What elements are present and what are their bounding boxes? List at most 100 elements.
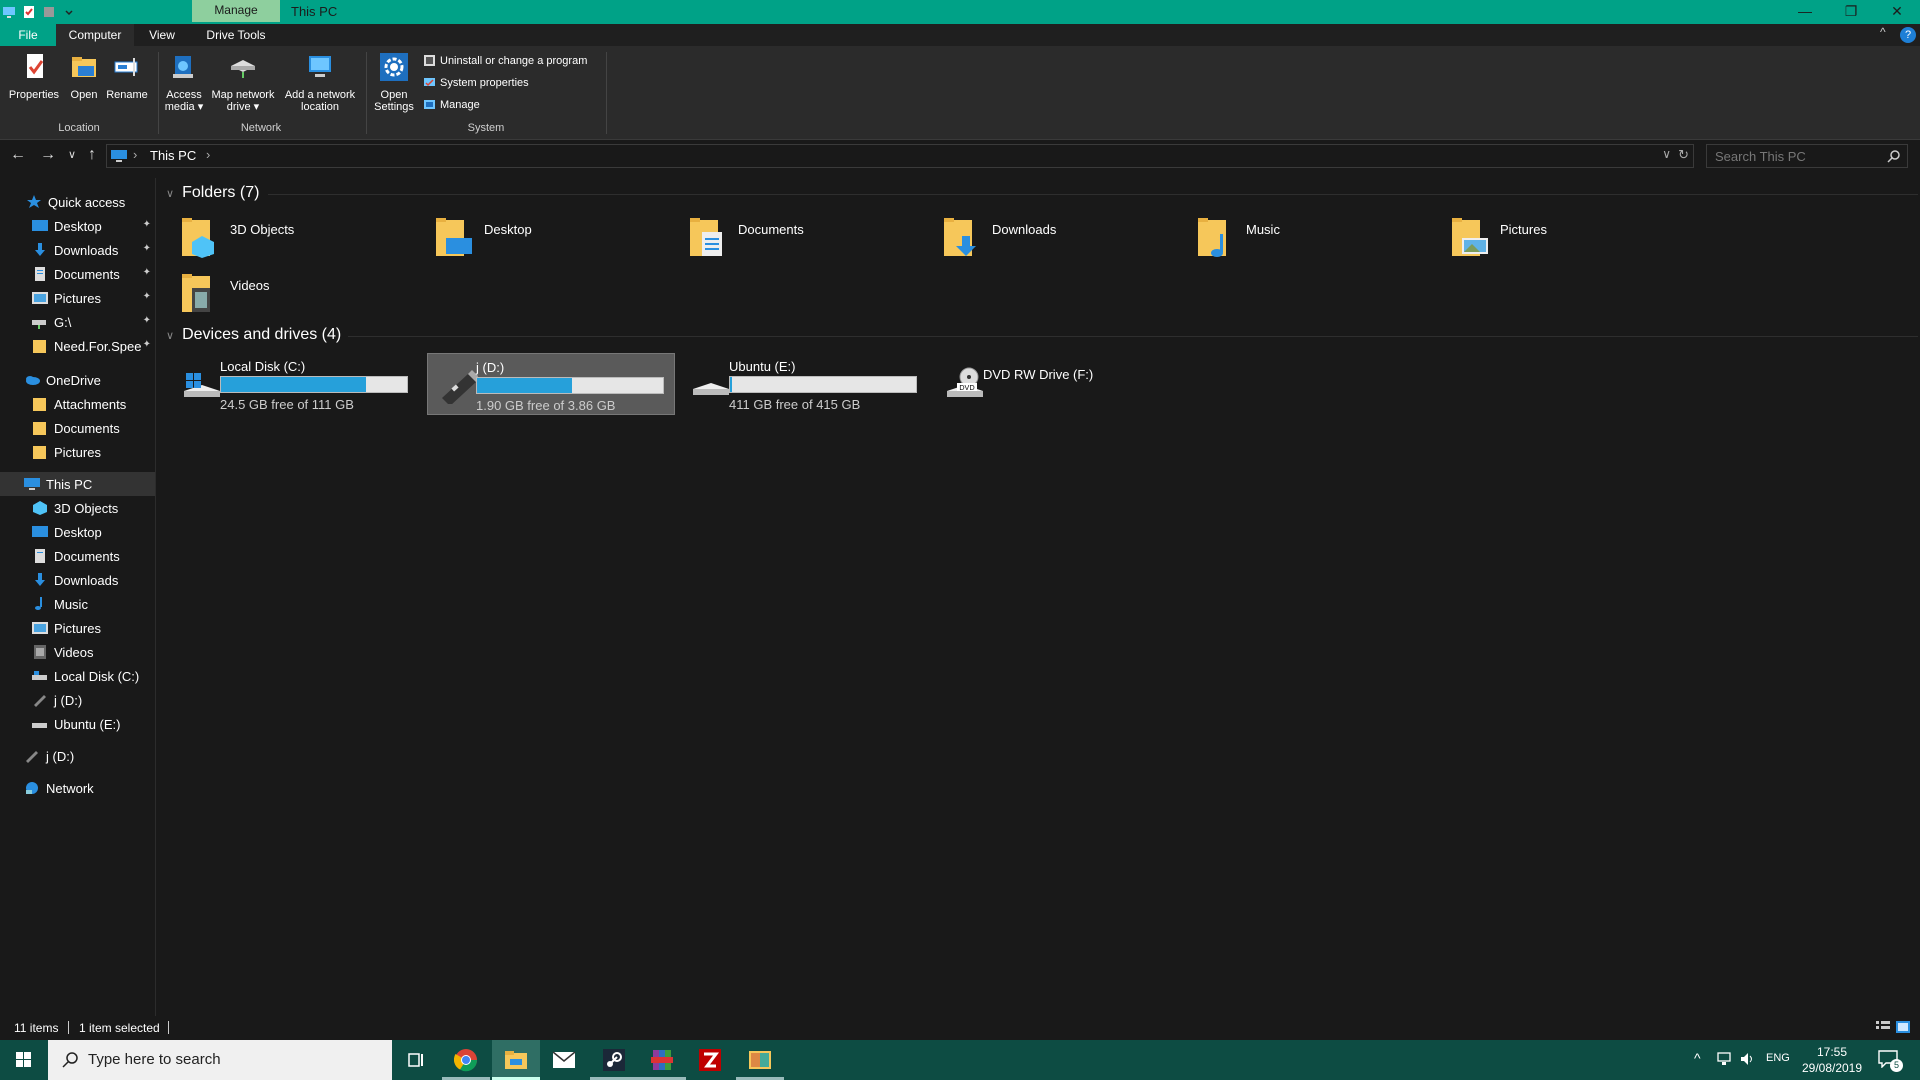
this-pc-icon[interactable] <box>2 5 16 19</box>
network-status-icon[interactable] <box>1716 1052 1732 1066</box>
folder-3d-objects[interactable]: 3D Objects <box>158 210 408 264</box>
recent-locations-button[interactable]: ∨ <box>62 145 82 165</box>
folder-desktop[interactable]: Desktop <box>412 210 662 264</box>
collapse-chevron-icon: ∨ <box>166 187 175 200</box>
sidebar-item-downloads[interactable]: Downloads ✦ <box>0 238 155 262</box>
taskbar-search[interactable]: Type here to search <box>48 1040 392 1080</box>
add-network-location-button[interactable]: Add a network location <box>280 52 360 113</box>
windows-start-icon[interactable] <box>0 1040 48 1080</box>
sidebar-item-od-pictures[interactable]: Pictures <box>0 440 155 464</box>
sidebar-item-network[interactable]: Network <box>0 776 155 800</box>
collapse-ribbon-icon[interactable]: ^ <box>1880 25 1886 39</box>
restore-button[interactable]: ❐ <box>1828 0 1874 24</box>
sidebar-item-3d-objects[interactable]: 3D Objects <box>0 496 155 520</box>
sidebar-item-label: j (D:) <box>54 692 83 708</box>
taskbar-app-chrome[interactable] <box>442 1040 490 1080</box>
sidebar-item-videos[interactable]: Videos <box>0 640 155 664</box>
up-button[interactable]: ↑ <box>82 145 102 165</box>
sidebar-item-removable-j[interactable]: j (D:) <box>0 744 155 768</box>
folder-documents[interactable]: Documents <box>666 210 916 264</box>
folders-section-header[interactable]: ∨ Folders (7) <box>166 184 259 202</box>
drive-ubuntu-e[interactable]: Ubuntu (E:) 411 GB free of 415 GB <box>681 353 929 415</box>
tab-file[interactable]: File <box>0 24 56 46</box>
task-view-button[interactable] <box>392 1040 440 1080</box>
search-input[interactable]: Search This PC <box>1715 149 1806 164</box>
details-view-icon[interactable] <box>1876 1021 1890 1033</box>
show-hidden-icons-button[interactable]: ^ <box>1694 1050 1701 1066</box>
sidebar-item-attachments[interactable]: Attachments <box>0 392 155 416</box>
sidebar-item-documents[interactable]: Documents ✦ <box>0 262 155 286</box>
drive-j-d[interactable]: j (D:) 1.90 GB free of 3.86 GB <box>427 353 675 415</box>
breadcrumb-separator[interactable]: › <box>206 147 210 162</box>
address-bar[interactable]: › This PC › ∨ ↻ <box>106 144 1694 168</box>
taskbar-app-steam[interactable] <box>590 1040 638 1080</box>
sidebar-item-music[interactable]: Music <box>0 592 155 616</box>
volume-icon[interactable] <box>1740 1052 1756 1066</box>
action-center-button[interactable]: 5 <box>1878 1050 1903 1072</box>
customize-qat-icon[interactable] <box>62 5 76 19</box>
refresh-icon[interactable]: ↻ <box>1678 147 1689 163</box>
drive-dvd-rw-f[interactable]: DVD DVD RW Drive (F:) <box>935 353 1183 415</box>
access-media-button[interactable]: Access media ▾ <box>162 52 206 113</box>
close-button[interactable]: ✕ <box>1874 0 1920 24</box>
uninstall-program-button[interactable]: Uninstall or change a program <box>423 54 587 67</box>
sidebar-item-ubuntu-e[interactable]: Ubuntu (E:) <box>0 712 155 736</box>
drive-name: DVD RW Drive (F:) <box>983 367 1094 382</box>
map-network-drive-button[interactable]: Map network drive ▾ <box>208 52 278 113</box>
sidebar-item-this-pc[interactable]: This PC <box>0 472 155 496</box>
large-icons-view-icon[interactable] <box>1896 1021 1910 1033</box>
forward-button[interactable]: → <box>38 145 58 165</box>
sidebar-item-pc-documents[interactable]: Documents <box>0 544 155 568</box>
sidebar-item-label: Documents <box>54 548 120 564</box>
breadcrumb-this-pc[interactable]: This PC <box>150 148 196 163</box>
drive-local-disk-c[interactable]: Local Disk (C:) 24.5 GB free of 111 GB <box>172 353 420 415</box>
manage-label: Manage <box>440 98 480 111</box>
address-dropdown-icon[interactable]: ∨ <box>1662 147 1671 161</box>
rename-button[interactable]: Rename <box>104 52 150 101</box>
taskbar-app-filezilla[interactable] <box>686 1040 734 1080</box>
sidebar-item-od-documents[interactable]: Documents <box>0 416 155 440</box>
manage-button[interactable]: Manage <box>423 98 480 111</box>
pin-icon: ✦ <box>142 315 151 326</box>
tab-computer[interactable]: Computer <box>56 24 134 46</box>
input-language[interactable]: ENG <box>1766 1052 1790 1064</box>
taskbar-app-winrar[interactable] <box>638 1040 686 1080</box>
clock[interactable]: 17:55 29/08/2019 <box>1793 1044 1871 1076</box>
search-icon[interactable] <box>1887 149 1901 163</box>
properties-button[interactable]: Properties <box>4 52 64 101</box>
tab-drive-tools[interactable]: Drive Tools <box>192 24 280 46</box>
sidebar-item-pictures[interactable]: Pictures ✦ <box>0 286 155 310</box>
devices-section-header[interactable]: ∨ Devices and drives (4) <box>166 326 341 344</box>
folder-music[interactable]: Music <box>1174 210 1424 264</box>
taskbar-search-input[interactable]: Type here to search <box>88 1051 221 1068</box>
section-divider <box>268 194 1918 195</box>
search-box[interactable]: Search This PC <box>1706 144 1908 168</box>
sidebar-item-desktop[interactable]: Desktop ✦ <box>0 214 155 238</box>
open-settings-button[interactable]: Open Settings <box>370 52 418 113</box>
tab-view[interactable]: View <box>137 24 187 46</box>
open-button[interactable]: Open <box>66 52 102 101</box>
new-folder-icon[interactable] <box>42 5 56 19</box>
sidebar-item-pc-desktop[interactable]: Desktop <box>0 520 155 544</box>
sidebar-item-local-disk-c[interactable]: Local Disk (C:) <box>0 664 155 688</box>
sidebar-item-quick-access[interactable]: Quick access <box>0 190 155 214</box>
folder-videos[interactable]: Videos <box>158 266 408 320</box>
back-button[interactable]: ← <box>8 145 28 165</box>
taskbar-app-file-explorer[interactable] <box>492 1040 540 1080</box>
sidebar-item-need-for-speed[interactable]: Need.For.Spee ✦ <box>0 334 155 358</box>
folder-pictures[interactable]: Pictures <box>1428 210 1678 264</box>
properties-check-icon[interactable] <box>22 5 36 19</box>
breadcrumb-separator[interactable]: › <box>133 147 137 162</box>
help-icon[interactable]: ? <box>1900 27 1916 43</box>
manage-context-tab[interactable]: Manage <box>192 0 280 22</box>
taskbar-app-mail[interactable] <box>540 1040 588 1080</box>
minimize-button[interactable]: — <box>1782 0 1828 24</box>
sidebar-item-onedrive[interactable]: OneDrive <box>0 368 155 392</box>
folder-downloads[interactable]: Downloads <box>920 210 1170 264</box>
sidebar-item-pc-pictures[interactable]: Pictures <box>0 616 155 640</box>
system-properties-button[interactable]: System properties <box>423 76 529 89</box>
sidebar-item-g-drive[interactable]: G:\ ✦ <box>0 310 155 334</box>
sidebar-item-j-drive[interactable]: j (D:) <box>0 688 155 712</box>
sidebar-item-pc-downloads[interactable]: Downloads <box>0 568 155 592</box>
taskbar-app-photos[interactable] <box>736 1040 784 1080</box>
